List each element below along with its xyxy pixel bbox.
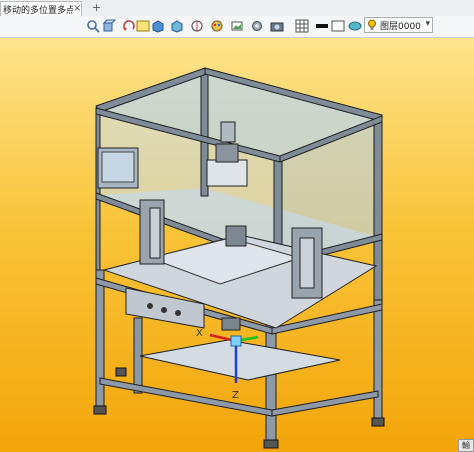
- bulb-icon: [368, 19, 376, 30]
- chevron-down-icon[interactable]: ▾: [425, 19, 430, 29]
- view-settings-icon[interactable]: [250, 19, 264, 33]
- rotate-view-icon[interactable]: [122, 19, 136, 33]
- axis-z-label: Z: [232, 390, 239, 401]
- background-icon[interactable]: [331, 19, 345, 33]
- shaded-box-icon[interactable]: [151, 19, 165, 33]
- document-tab-bar: 移动的多位置多点压机1 × +: [0, 0, 474, 17]
- 3d-viewport[interactable]: X Z 輸: [0, 38, 474, 452]
- view-orient-icon[interactable]: [102, 19, 116, 33]
- lighting-icon[interactable]: [348, 19, 362, 33]
- layer-selector[interactable]: 图层0000 ▾: [364, 17, 433, 33]
- zoom-fit-icon[interactable]: [136, 19, 150, 33]
- display-style-icon[interactable]: [170, 19, 184, 33]
- document-tab-title: 移动的多位置多点压机1: [3, 5, 73, 16]
- scene-icon[interactable]: [230, 19, 244, 33]
- axis-x-label: X: [196, 328, 203, 339]
- section-view-icon[interactable]: [190, 19, 204, 33]
- axis-origin-marker: [230, 335, 242, 347]
- appearance-icon[interactable]: [210, 19, 224, 33]
- search-icon[interactable]: [86, 19, 100, 33]
- new-tab-icon[interactable]: +: [92, 1, 101, 14]
- camera-icon[interactable]: [270, 19, 284, 33]
- cad-app-window: 移动的多位置多点压机1 × + 图层0000 ▾: [0, 0, 474, 452]
- status-corner-button[interactable]: 輸: [458, 439, 474, 452]
- layer-name: 图层0000: [380, 21, 421, 32]
- color-swatch-icon[interactable]: [315, 19, 329, 33]
- tab-close-icon[interactable]: ×: [73, 3, 81, 14]
- document-tab[interactable]: 移动的多位置多点压机1 ×: [0, 1, 82, 16]
- grid-icon[interactable]: [295, 19, 309, 33]
